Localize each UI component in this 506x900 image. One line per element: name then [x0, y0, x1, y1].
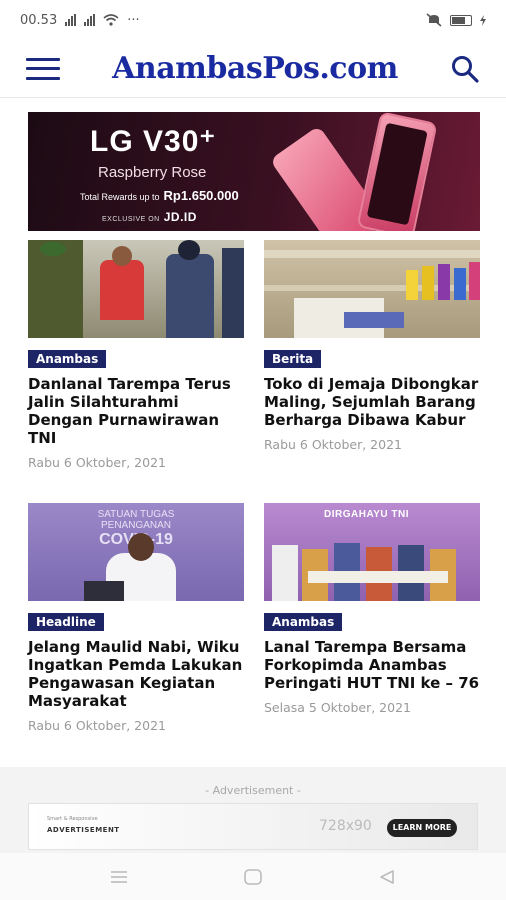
category-badge[interactable]: Anambas	[28, 350, 107, 368]
phone-image-2	[356, 112, 438, 231]
dirgahayu-text: DIRGAHAYU TNI	[324, 509, 410, 520]
article-date: Rabu 6 Oktober, 2021	[264, 437, 402, 452]
article-card[interactable]: SATUAN TUGAS PENANGANAN COVID-19 Headlin…	[28, 503, 244, 733]
article-date: Selasa 5 Oktober, 2021	[264, 700, 411, 715]
back-icon[interactable]	[372, 862, 402, 892]
banner-exclusive: EXCLUSIVE ON JD.ID	[102, 210, 197, 224]
article-card[interactable]: Berita Toko di Jemaja Dibongkar Maling, …	[264, 240, 480, 452]
article-card[interactable]: DIRGAHAYU TNI Anambas Lanal Tarempa Bers…	[264, 503, 480, 715]
article-title[interactable]: Jelang Maulid Nabi, Wiku Ingatkan Pemda …	[28, 638, 244, 710]
battery-icon	[450, 14, 472, 26]
article-date: Rabu 6 Oktober, 2021	[28, 718, 166, 733]
covid-text-1: SATUAN TUGAS	[97, 509, 175, 520]
article-thumbnail[interactable]: SATUAN TUGAS PENANGANAN COVID-19	[28, 503, 244, 601]
banner-rewards: Total Rewards up to Rp1.650.000	[80, 188, 239, 203]
signal-icon-2	[84, 14, 96, 26]
search-icon[interactable]	[450, 54, 480, 84]
site-logo[interactable]: AnambasPos.com	[112, 51, 398, 86]
status-time: 00.53	[20, 12, 58, 28]
ad-label: - Advertisement -	[205, 784, 301, 797]
category-badge[interactable]: Berita	[264, 350, 322, 368]
covid-text-2: PENANGANAN	[100, 520, 171, 531]
system-nav-bar	[0, 853, 506, 900]
notification-dots: ···	[127, 12, 140, 28]
article-title[interactable]: Danlanal Tarempa Terus Jalin Silahturahm…	[28, 375, 244, 447]
ad-size: 728x90	[319, 818, 372, 834]
article-thumbnail[interactable]: DIRGAHAYU TNI	[264, 503, 480, 601]
status-bar: 00.53 ···	[0, 0, 506, 40]
menu-icon[interactable]	[26, 57, 60, 80]
bottom-ad[interactable]: Smart & Responsive ADVERTISEMENT 728x90 …	[28, 803, 478, 850]
wifi-icon	[103, 14, 119, 26]
banner-subtitle: Raspberry Rose	[98, 164, 207, 181]
mute-icon	[426, 13, 442, 27]
ad-small-text: Smart & Responsive	[47, 816, 98, 822]
article-thumbnail[interactable]	[264, 240, 480, 338]
article-date: Rabu 6 Oktober, 2021	[28, 455, 166, 470]
banner-brand: LG V30⁺	[90, 125, 217, 158]
signal-icon	[65, 14, 77, 26]
ad-title: ADVERTISEMENT	[47, 826, 120, 834]
article-title[interactable]: Toko di Jemaja Dibongkar Maling, Sejumla…	[264, 375, 480, 429]
charging-icon	[480, 14, 486, 26]
article-title[interactable]: Lanal Tarempa Bersama Forkopimda Anambas…	[264, 638, 480, 692]
learn-more-button[interactable]: LEARN MORE	[387, 819, 457, 837]
article-thumbnail[interactable]	[28, 240, 244, 338]
category-badge[interactable]: Headline	[28, 613, 104, 631]
article-card[interactable]: Anambas Danlanal Tarempa Terus Jalin Sil…	[28, 240, 244, 470]
home-icon[interactable]	[238, 862, 268, 892]
lg-banner-ad[interactable]: LG V30⁺ Raspberry Rose Total Rewards up …	[28, 112, 480, 231]
category-badge[interactable]: Anambas	[264, 613, 343, 631]
recent-apps-icon[interactable]	[104, 862, 134, 892]
site-header: AnambasPos.com	[0, 40, 506, 98]
